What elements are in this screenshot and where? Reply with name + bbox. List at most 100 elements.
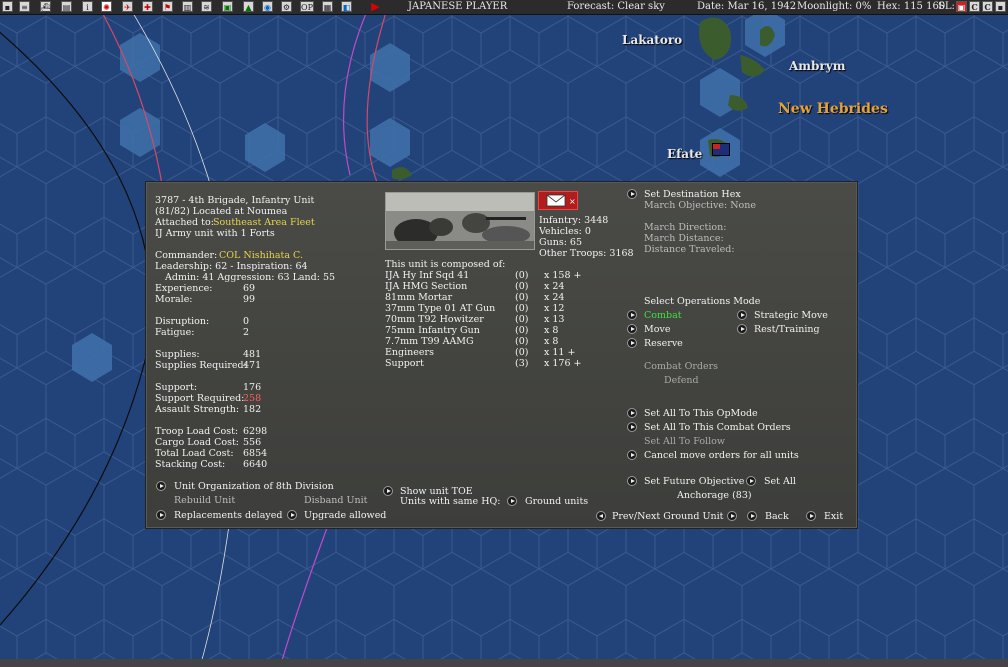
composition-row-name: 7.7mm T99 AAMG: [385, 336, 474, 347]
composition-row-count: x 24: [544, 292, 565, 303]
composition-row-name: 75mm Infantry Gun: [385, 325, 480, 336]
map-icon[interactable]: ◧: [341, 1, 352, 12]
arrow-icon[interactable]: [627, 324, 637, 334]
info-icon[interactable]: i: [82, 1, 93, 12]
plane-icon[interactable]: ✈: [122, 1, 133, 12]
next-unit-arrow-icon[interactable]: [727, 511, 737, 521]
base-icon[interactable]: ▣: [222, 1, 233, 12]
arrow-icon[interactable]: [156, 481, 166, 491]
c-alt-icon[interactable]: C: [982, 1, 993, 12]
unit-photo: [385, 192, 535, 250]
unit-icon[interactable]: ▲: [243, 1, 254, 12]
arrow-icon[interactable]: [287, 510, 297, 520]
replacements-toggle[interactable]: Replacements delayed: [174, 510, 282, 521]
composition-row-name: Engineers: [385, 347, 434, 358]
flag-icon[interactable]: ⚑: [162, 1, 173, 12]
set-all-follow-button[interactable]: Set All To Follow: [644, 436, 725, 447]
bars-icon[interactable]: ▥: [182, 1, 193, 12]
sliders-icon[interactable]: ≋: [201, 1, 212, 12]
back-button[interactable]: Back: [765, 511, 789, 522]
arrow-icon[interactable]: [746, 476, 756, 486]
window-icon[interactable]: ▪: [2, 1, 13, 12]
set-all-opmode-button[interactable]: Set All To This OpMode: [644, 408, 758, 419]
rebuild-unit-button[interactable]: Rebuild Unit: [174, 495, 235, 506]
composition-row-name: 37mm Type 01 AT Gun: [385, 303, 496, 314]
view-icon[interactable]: ▦: [322, 1, 333, 12]
arrow-icon[interactable]: [747, 511, 757, 521]
unit-title: 3787 - 4th Brigade, Infantry Unit: [155, 195, 315, 206]
exit-button[interactable]: Exit: [824, 511, 843, 522]
arrow-icon[interactable]: [627, 310, 637, 320]
attached-hq-link[interactable]: Southeast Area Fleet: [213, 217, 315, 228]
op-icon[interactable]: OP: [300, 1, 314, 12]
stat-label: Troop Load Cost:: [155, 426, 239, 437]
arrow-icon[interactable]: [627, 189, 637, 199]
rest-training-button[interactable]: Rest/Training: [754, 324, 820, 335]
composition-row-paren: (0): [515, 314, 529, 325]
arrow-icon[interactable]: [156, 510, 166, 520]
arrow-icon[interactable]: [737, 310, 747, 320]
strategic-move-button[interactable]: Strategic Move: [754, 310, 828, 321]
composition-row-count: x 13: [544, 314, 565, 325]
arrow-icon[interactable]: [737, 324, 747, 334]
set-all-future-button[interactable]: Set All: [764, 476, 796, 487]
ground-units-button[interactable]: Ground units: [525, 496, 588, 507]
cancel-move-orders-button[interactable]: Cancel move orders for all units: [644, 450, 799, 461]
c-icon[interactable]: C: [969, 1, 980, 12]
other-troops-count: Other Troops: 3168: [539, 248, 634, 259]
set-all-combat-button[interactable]: Set All To This Combat Orders: [644, 422, 791, 433]
arrow-icon[interactable]: [627, 408, 637, 418]
composition-row-paren: (0): [515, 292, 529, 303]
stat-label: Supplies Required:: [155, 360, 247, 371]
arrow-icon[interactable]: [627, 450, 637, 460]
combat-mode-button[interactable]: Combat: [644, 310, 682, 321]
stat-value: 6640: [243, 459, 268, 470]
target-icon[interactable]: ✚: [142, 1, 153, 12]
stat-label: Fatigue:: [155, 327, 195, 338]
arrow-icon[interactable]: [507, 496, 517, 506]
list-icon[interactable]: ≡: [19, 1, 30, 12]
composition-row-count: x 176 +: [544, 358, 582, 369]
infantry-count: Infantry: 3448: [539, 215, 609, 226]
date-label: Date: Mar 16, 1942: [697, 1, 797, 12]
ships-icon[interactable]: ⛴: [40, 1, 51, 12]
stat-label: Disruption:: [155, 316, 210, 327]
admin-line: Admin: 41 Aggression: 63 Land: 55: [165, 272, 336, 283]
stat-label: Experience:: [155, 283, 213, 294]
set-future-objective-button[interactable]: Set Future Objective: [644, 476, 744, 487]
stat-value: 6854: [243, 448, 268, 459]
report-icon[interactable]: ▤: [61, 1, 72, 12]
prev-unit-arrow-icon[interactable]: [596, 511, 606, 521]
reserve-mode-button[interactable]: Reserve: [644, 338, 683, 349]
stat-value: 99: [243, 294, 256, 305]
globe-icon[interactable]: ◉: [262, 1, 273, 12]
window-close-icon[interactable]: ▪: [995, 1, 1006, 12]
composition-row-count: x 158 +: [544, 270, 582, 281]
disband-unit-button[interactable]: Disband Unit: [304, 495, 367, 506]
stat-value: 481: [243, 349, 262, 360]
arrow-icon[interactable]: [627, 338, 637, 348]
mail-icon[interactable]: ×: [538, 191, 578, 210]
set-destination-button[interactable]: Set Destination Hex: [644, 189, 741, 200]
svg-text:×: ×: [569, 197, 576, 206]
top-toolbar: ▪ ≡ ⛴ ▤ i ✺ ✈ ✚ ⚑ ▥ ≋ ▣ ▲ ◉ ⚙ OP ▦ ◧ ▶ J…: [0, 0, 1008, 15]
settings-icon[interactable]: ⚙: [281, 1, 292, 12]
arrow-icon[interactable]: [627, 476, 637, 486]
arrow-icon[interactable]: [627, 422, 637, 432]
upgrade-toggle[interactable]: Upgrade allowed: [304, 510, 386, 521]
rising-sun-icon[interactable]: ✺: [101, 1, 112, 12]
play-icon[interactable]: ▶: [370, 1, 381, 12]
stat-label: Support:: [155, 382, 198, 393]
op-label: OP: [301, 3, 313, 12]
arrow-icon[interactable]: [806, 511, 816, 521]
arrow-icon[interactable]: [383, 486, 393, 496]
commander-link[interactable]: COL Nishihata C.: [219, 250, 303, 261]
same-hq-label: Units with same HQ:: [400, 496, 501, 507]
composition-row-paren: (0): [515, 347, 529, 358]
sl-red-icon[interactable]: ▣: [956, 1, 967, 12]
stat-value: 69: [243, 283, 256, 294]
unit-organization-button[interactable]: Unit Organization of 8th Division: [174, 481, 334, 492]
move-mode-button[interactable]: Move: [644, 324, 670, 335]
defend-order-button[interactable]: Defend: [664, 375, 699, 386]
moonlight-label: Moonlight: 0%: [797, 1, 872, 12]
